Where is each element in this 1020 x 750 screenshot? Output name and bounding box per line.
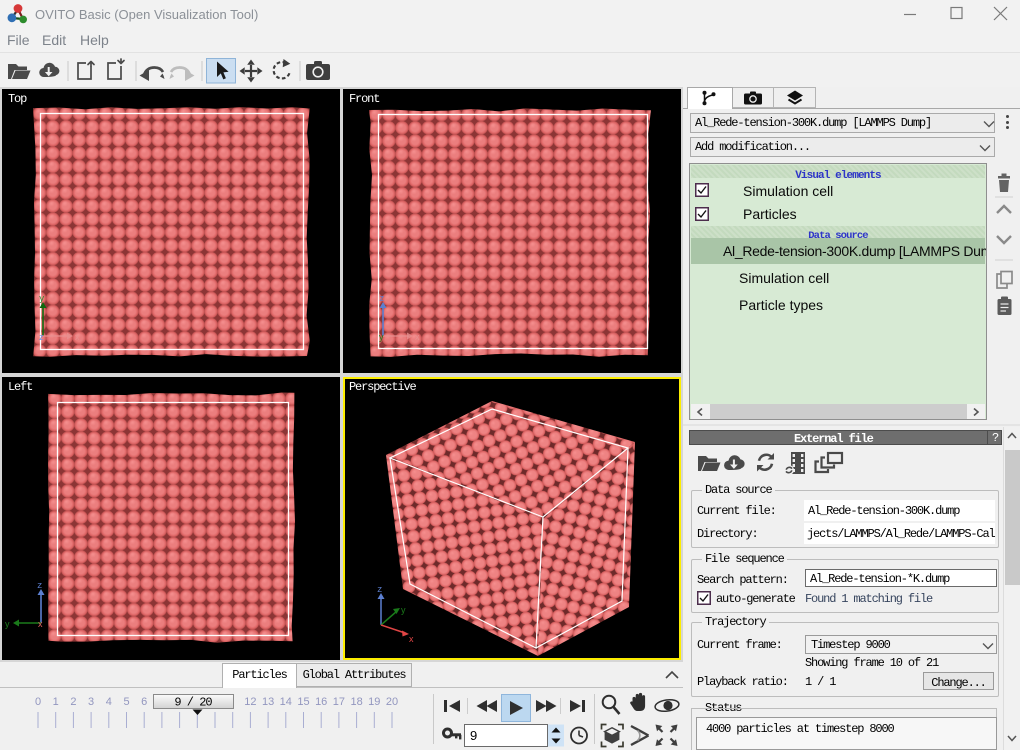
svg-text:x: x xyxy=(38,619,43,629)
svg-text:x: x xyxy=(415,332,420,342)
svg-text:x: x xyxy=(409,634,414,644)
svg-text:z: z xyxy=(377,585,382,595)
svg-text:6: 6 xyxy=(141,696,147,708)
svg-text:2: 2 xyxy=(70,696,76,708)
svg-text:17: 17 xyxy=(333,696,345,708)
svg-text:14: 14 xyxy=(280,696,292,708)
svg-text:y: y xyxy=(5,619,10,629)
svg-text:x: x xyxy=(75,332,80,342)
svg-text:1: 1 xyxy=(53,696,59,708)
svg-text:16: 16 xyxy=(315,696,327,708)
svg-text:z: z xyxy=(39,332,44,342)
svg-text:4: 4 xyxy=(106,696,112,708)
svg-text:18: 18 xyxy=(350,696,362,708)
svg-text:y: y xyxy=(39,294,45,304)
svg-text:13: 13 xyxy=(262,696,274,708)
svg-text:12: 12 xyxy=(244,696,256,708)
svg-text:9: 9 xyxy=(470,728,477,743)
svg-text:15: 15 xyxy=(297,696,309,708)
svg-text:9 / 20: 9 / 20 xyxy=(174,696,212,710)
svg-text:20: 20 xyxy=(386,696,398,708)
svg-text:y: y xyxy=(379,332,384,342)
svg-text:3: 3 xyxy=(88,696,94,708)
svg-text:y: y xyxy=(401,605,406,615)
svg-text:0: 0 xyxy=(35,696,41,708)
svg-text:z: z xyxy=(379,294,384,304)
svg-text:19: 19 xyxy=(368,696,380,708)
svg-text:z: z xyxy=(37,581,42,591)
svg-text:5: 5 xyxy=(123,696,129,708)
